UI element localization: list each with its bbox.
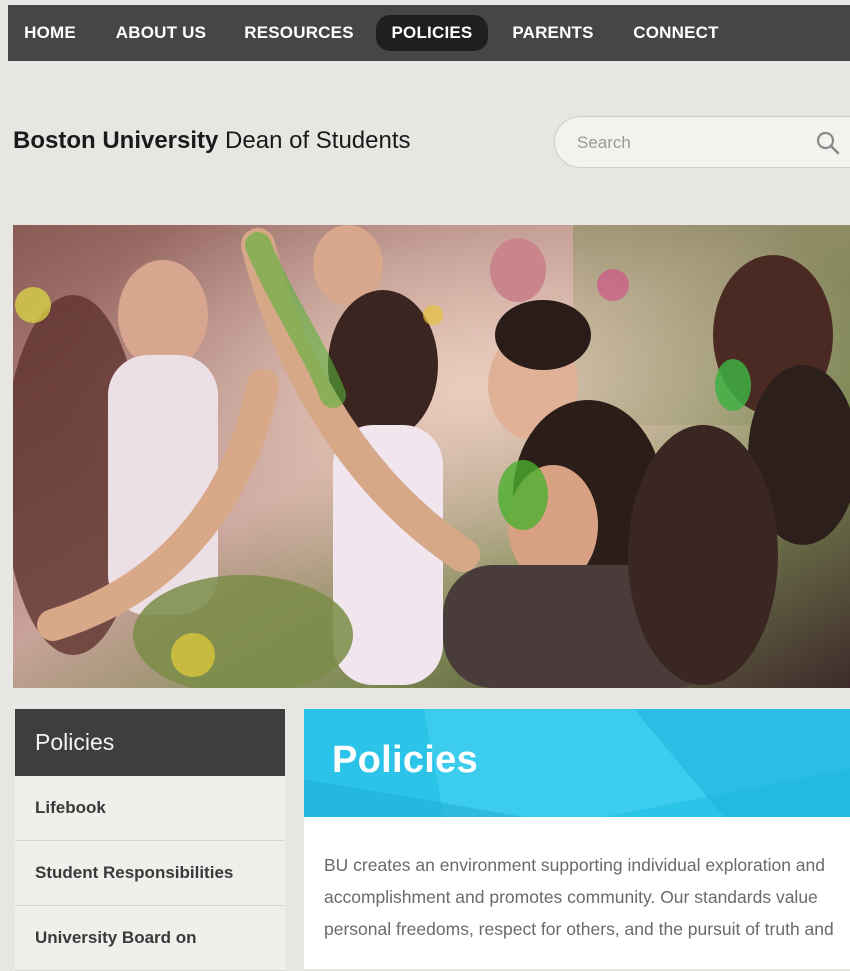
nav-resources[interactable]: RESOURCES	[234, 15, 364, 51]
site-title-office: Dean of Students	[225, 127, 411, 154]
nav-parents[interactable]: PARENTS	[500, 15, 606, 51]
top-navigation: HOME ABOUT US RESOURCES POLICIES PARENTS…	[8, 5, 850, 61]
page-title: Policies	[332, 739, 479, 781]
sidebar-title: Policies	[15, 709, 285, 776]
intro-paragraph: BU creates an environment supporting ind…	[324, 855, 834, 939]
page-banner: Policies	[304, 709, 850, 817]
sidebar-item-student-responsibilities[interactable]: Student Responsibilities	[15, 841, 285, 906]
main-content: Policies BU creates an environment suppo…	[304, 709, 850, 969]
search-input[interactable]	[575, 129, 799, 157]
site-title-university: Boston University	[13, 127, 219, 154]
nav-policies[interactable]: POLICIES	[376, 15, 488, 51]
nav-connect[interactable]: CONNECT	[620, 15, 732, 51]
sidebar-item-lifebook[interactable]: Lifebook	[15, 776, 285, 841]
nav-about-us[interactable]: ABOUT US	[106, 15, 216, 51]
sidebar: Policies Lifebook Student Responsibiliti…	[15, 709, 285, 971]
search-icon[interactable]	[815, 130, 841, 156]
search-box	[554, 116, 850, 168]
hero-image	[13, 225, 850, 688]
nav-home[interactable]: HOME	[8, 15, 92, 51]
sidebar-item-university-board[interactable]: University Board on	[15, 906, 285, 971]
site-title[interactable]: Boston University Dean of Students	[13, 127, 411, 155]
